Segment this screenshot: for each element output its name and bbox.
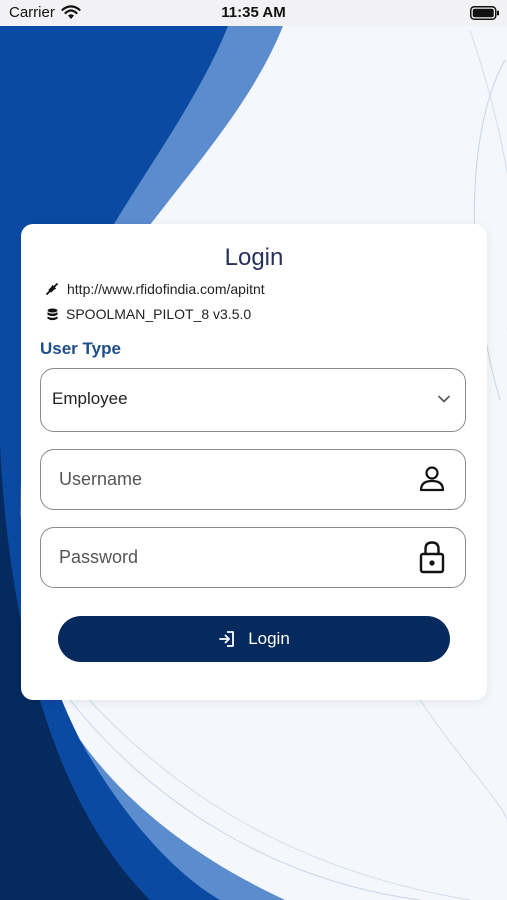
plug-icon xyxy=(46,283,58,295)
database-icon xyxy=(47,308,58,320)
user-type-label: User Type xyxy=(40,339,121,358)
username-input[interactable] xyxy=(59,450,399,508)
login-button[interactable]: Login xyxy=(58,616,450,662)
status-time: 11:35 AM xyxy=(221,4,286,21)
login-arrow-icon xyxy=(219,631,235,647)
server-url-row: http://www.rfidofindia.com/apitnt xyxy=(45,280,265,298)
login-button-label: Login xyxy=(248,629,290,648)
user-type-select[interactable]: Employee xyxy=(40,368,466,432)
password-input[interactable] xyxy=(59,528,399,586)
user-type-value: Employee xyxy=(52,389,128,408)
user-icon xyxy=(419,466,445,492)
app-version-row: SPOOLMAN_PILOT_8 v3.5.0 xyxy=(47,305,251,323)
username-field[interactable] xyxy=(40,449,466,510)
battery-icon xyxy=(470,6,499,20)
page-title: Login xyxy=(224,244,284,271)
lock-icon xyxy=(419,541,445,574)
app-version: SPOOLMAN_PILOT_8 v3.5.0 xyxy=(66,306,252,322)
chevron-down-icon xyxy=(438,395,450,403)
login-card: Login http://www.rfidofindia.com/apitnt … xyxy=(21,224,487,700)
server-url: http://www.rfidofindia.com/apitnt xyxy=(67,281,265,297)
status-bar: Carrier 11:35 AM xyxy=(0,0,507,26)
password-field[interactable] xyxy=(40,527,466,588)
